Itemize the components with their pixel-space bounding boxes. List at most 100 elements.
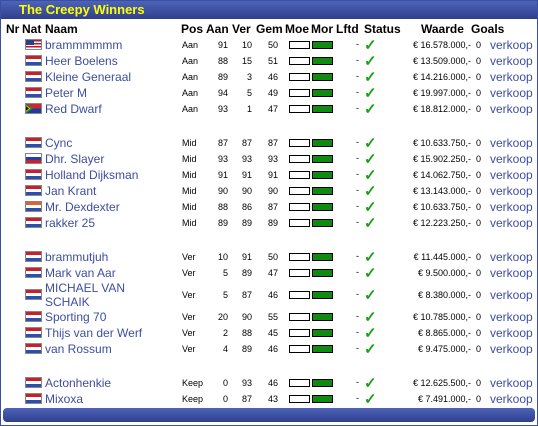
attack-value: 2 — [222, 328, 228, 338]
table-row: Actonhenkie Keep 0 93 46- ✓ € 12.625.500,- 0 ver… — [2, 375, 536, 392]
player-name-link[interactable]: rakker 25 — [45, 215, 95, 231]
sell-link[interactable]: verkoop — [490, 265, 533, 281]
average-value: 46 — [267, 344, 278, 354]
goals-value: 0 — [476, 72, 482, 82]
morale-bar — [312, 139, 333, 147]
position-value: Keep — [182, 394, 204, 404]
average-value: 50 — [267, 252, 278, 262]
sell-link[interactable]: verkoop — [490, 375, 533, 391]
player-name-link[interactable]: Red Dwarf — [45, 101, 102, 117]
morale-bar — [312, 345, 333, 353]
player-name-link[interactable]: Mark van Aar — [45, 265, 116, 281]
player-value: € 13.509.000,- — [412, 56, 471, 66]
morale-bar-fill — [313, 42, 332, 48]
sell-link[interactable]: verkoop — [490, 167, 533, 183]
player-name-link[interactable]: Mr. Dexdexter — [45, 199, 120, 215]
average-value: 49 — [267, 88, 278, 98]
table-row: Jan Krant Mid 90 90 90- ✓ € 13.143.000,- 0 verko… — [2, 183, 536, 200]
player-name-link[interactable]: Jan Krant — [45, 183, 96, 199]
morale-bar-fill — [313, 380, 332, 386]
sell-link[interactable]: verkoop — [490, 341, 533, 357]
sell-link[interactable]: verkoop — [490, 37, 533, 53]
table-row: Dhr. Slayer Mid 93 93 93- ✓ € 15.902.250,- 0 ver… — [2, 151, 536, 168]
morale-bar — [312, 155, 333, 163]
header-waarde: Waarde — [421, 22, 464, 36]
player-name-link[interactable]: Kleine Generaal — [45, 69, 131, 85]
attack-value: 89 — [217, 72, 228, 82]
fitness-bar — [289, 41, 310, 49]
player-name-link[interactable]: van Rossum — [45, 341, 112, 357]
fitness-bar — [289, 291, 310, 299]
morale-bar — [312, 105, 333, 113]
flag-icon — [25, 153, 42, 164]
player-value: € 12.223.250,- — [412, 218, 471, 228]
player-name-link[interactable]: Heer Boelens — [45, 53, 118, 69]
position-value: Aan — [182, 56, 199, 66]
header-gem: Gem — [256, 22, 283, 36]
goals-value: 0 — [476, 202, 482, 212]
defense-value: 1 — [246, 104, 252, 114]
position-value: Ver — [182, 344, 196, 354]
fitness-bar — [289, 219, 310, 227]
player-name-link[interactable]: brammutjuh — [45, 249, 108, 265]
morale-bar-fill — [313, 58, 332, 64]
sell-link[interactable]: verkoop — [490, 85, 533, 101]
average-value: 46 — [267, 290, 278, 300]
fitness-bar — [289, 139, 310, 147]
sell-link[interactable]: verkoop — [490, 215, 533, 231]
position-value: Mid — [182, 170, 197, 180]
average-value: 89 — [267, 218, 278, 228]
flag-icon — [25, 377, 42, 388]
suspension-value: - — [356, 377, 359, 387]
player-value: € 11.445.000,- — [413, 252, 471, 262]
attack-value: 93 — [217, 154, 228, 164]
sell-link[interactable]: verkoop — [490, 151, 533, 167]
sell-link[interactable]: verkoop — [490, 309, 533, 325]
position-value: Mid — [182, 186, 197, 196]
sell-link[interactable]: verkoop — [490, 199, 533, 215]
player-name-link[interactable]: Peter M — [45, 85, 87, 101]
morale-bar-fill — [313, 172, 332, 178]
defense-value: 3 — [246, 72, 252, 82]
sell-link[interactable]: verkoop — [490, 391, 533, 407]
morale-bar — [312, 219, 333, 227]
goals-value: 0 — [476, 290, 482, 300]
sell-link[interactable]: verkoop — [490, 183, 533, 199]
defense-value: 87 — [241, 138, 252, 148]
flag-icon — [25, 343, 42, 354]
fitness-bar — [289, 253, 310, 261]
player-name-link[interactable]: Actonhenkie — [45, 375, 111, 391]
header-aan: Aan — [206, 22, 229, 36]
sell-link[interactable]: verkoop — [490, 249, 533, 265]
sell-link[interactable]: verkoop — [490, 135, 533, 151]
sell-link[interactable]: verkoop — [490, 69, 533, 85]
player-name-link[interactable]: brammmmmm — [45, 37, 122, 53]
morale-bar-fill — [313, 396, 332, 402]
table-row: Cync Mid 87 87 87- ✓ € 10.633.750,- 0 verkoop — [2, 135, 536, 152]
fitness-bar — [289, 105, 310, 113]
player-name-link[interactable]: Thijs van der Werf — [45, 325, 142, 341]
player-name-link[interactable]: Mixoxa — [45, 391, 83, 407]
goals-value: 0 — [476, 328, 482, 338]
attack-value: 90 — [217, 186, 228, 196]
player-name-link[interactable]: Sporting 70 — [45, 309, 106, 325]
player-name-link[interactable]: Dhr. Slayer — [45, 151, 104, 167]
player-name-link[interactable]: Cync — [45, 135, 72, 151]
player-name-link[interactable]: MICHAEL VAN SCHAIK — [45, 281, 165, 309]
average-value: 47 — [267, 104, 278, 114]
morale-bar — [312, 253, 333, 261]
goals-value: 0 — [476, 344, 482, 354]
suspension-value: - — [356, 169, 359, 179]
player-value: € 14.062.750,- — [412, 170, 471, 180]
title-bar: The Creepy Winners — [1, 1, 537, 19]
goals-value: 0 — [476, 56, 482, 66]
table-row: Red Dwarf Aan 93 1 47 - ✓ € 18.812.000,- 0 verkoo… — [2, 101, 536, 118]
header-ver: Ver — [232, 22, 251, 36]
sell-link[interactable]: verkoop — [490, 287, 533, 303]
player-name-link[interactable]: Holland Dijksman — [45, 167, 138, 183]
table-row: Holland Dijksman Mid 91 91 91- ✓ € 14.062.750,… — [2, 167, 536, 184]
average-value: 55 — [267, 312, 278, 322]
sell-link[interactable]: verkoop — [490, 53, 533, 69]
sell-link[interactable]: verkoop — [490, 325, 533, 341]
sell-link[interactable]: verkoop — [490, 101, 533, 117]
